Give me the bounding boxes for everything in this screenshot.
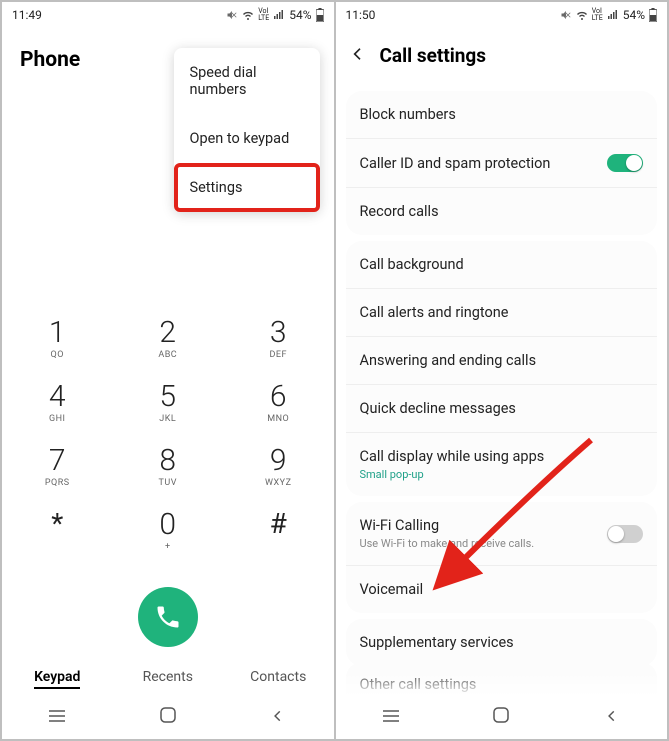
status-time: 11:49	[12, 8, 42, 22]
tab-contacts[interactable]: Contacts	[223, 661, 334, 693]
setting-record-calls[interactable]: Record calls	[346, 188, 658, 235]
settings-header: Call settings	[336, 28, 668, 85]
settings-section: Supplementary services	[346, 619, 658, 666]
nav-home[interactable]	[481, 706, 521, 728]
nav-back[interactable]	[258, 708, 298, 727]
setting-label: Supplementary services	[360, 634, 514, 651]
status-bar: 11:50 VoILTE 54%	[336, 2, 668, 28]
status-right: VoILTE 54%	[560, 8, 657, 22]
battery-pct: 54%	[289, 8, 311, 22]
tab-recents[interactable]: Recents	[113, 661, 224, 693]
settings-section: Wi-Fi Calling Use Wi-Fi to make and recei…	[346, 502, 658, 613]
call-settings-pane: 11:50 VoILTE 54% Call settings Block num…	[334, 2, 668, 739]
menu-open-keypad[interactable]: Open to keypad	[174, 114, 320, 163]
dial-button[interactable]	[138, 587, 198, 647]
nav-home[interactable]	[148, 706, 188, 728]
setting-sublabel: Small pop-up	[360, 468, 545, 481]
status-right: VoILTE 54%	[226, 8, 323, 22]
setting-label: Quick decline messages	[360, 400, 516, 417]
mute-icon	[560, 9, 572, 21]
setting-label: Call alerts and ringtone	[360, 304, 509, 321]
setting-call-alerts-and-ringtone[interactable]: Call alerts and ringtone	[346, 289, 658, 337]
key-1[interactable]: 1QO	[2, 310, 113, 374]
key-7[interactable]: 7PQRS	[2, 438, 113, 502]
setting-label: Wi-Fi Calling	[360, 517, 535, 534]
setting-block-numbers[interactable]: Block numbers	[346, 91, 658, 139]
setting-caller-id-and-spam-protection[interactable]: Caller ID and spam protection	[346, 139, 658, 188]
volte-icon: VoILTE	[258, 8, 269, 22]
setting-quick-decline-messages[interactable]: Quick decline messages	[346, 385, 658, 433]
key-2[interactable]: 2ABC	[113, 310, 224, 374]
key-8[interactable]: 8TUV	[113, 438, 224, 502]
nav-back[interactable]	[592, 708, 632, 727]
bottom-tabs: Keypad Recents Contacts	[2, 661, 334, 693]
toggle-caller-id-and-spam-protection[interactable]	[607, 154, 643, 172]
setting-label: Record calls	[360, 203, 439, 220]
settings-section: Block numbers Caller ID and spam protecti…	[346, 91, 658, 235]
back-button[interactable]	[350, 46, 366, 66]
setting-label: Voicemail	[360, 581, 424, 598]
key-3[interactable]: 3DEF	[223, 310, 334, 374]
wifi-icon	[576, 9, 588, 21]
status-time: 11:50	[346, 8, 376, 22]
setting-label: Call background	[360, 256, 464, 273]
setting-answering-and-ending-calls[interactable]: Answering and ending calls	[346, 337, 658, 385]
signal-icon	[607, 9, 619, 21]
setting-label: Answering and ending calls	[360, 352, 537, 369]
menu-settings[interactable]: Settings	[174, 163, 320, 212]
key-*[interactable]: *	[2, 502, 113, 566]
battery-icon	[649, 8, 657, 22]
wifi-icon	[242, 9, 254, 21]
dial-keypad: 1QO2ABC3DEF 4GHI5JKL6MNO 7PQRS8TUV9WXYZ *0+…	[2, 310, 334, 566]
key-5[interactable]: 5JKL	[113, 374, 224, 438]
menu-speed-dial[interactable]: Speed dial numbers	[174, 48, 320, 114]
volte-icon: VoILTE	[592, 8, 603, 22]
battery-pct: 54%	[623, 8, 645, 22]
phone-icon	[154, 603, 182, 631]
setting-wi-fi-calling[interactable]: Wi-Fi Calling Use Wi-Fi to make and recei…	[346, 502, 658, 566]
key-4[interactable]: 4GHI	[2, 374, 113, 438]
phone-app-pane: 11:49 VoILTE 54% Phone Speed dial number…	[2, 2, 334, 739]
mute-icon	[226, 9, 238, 21]
setting-label: Block numbers	[360, 106, 456, 123]
nav-recents[interactable]	[371, 708, 411, 727]
setting-label: Call display while using apps	[360, 448, 545, 465]
page-title: Call settings	[380, 44, 487, 67]
battery-icon	[316, 8, 324, 22]
key-#[interactable]: #	[223, 502, 334, 566]
setting-sublabel: Use Wi-Fi to make and receive calls.	[360, 537, 535, 550]
overflow-menu: Speed dial numbers Open to keypad Settin…	[174, 48, 320, 212]
setting-label: Caller ID and spam protection	[360, 155, 551, 172]
tab-keypad[interactable]: Keypad	[2, 661, 113, 693]
android-navbar	[2, 695, 334, 739]
setting-call-background[interactable]: Call background	[346, 241, 658, 289]
setting-voicemail[interactable]: Voicemail	[346, 566, 658, 613]
setting-call-display-while-using-apps[interactable]: Call display while using apps Small pop-u…	[346, 433, 658, 496]
nav-recents[interactable]	[37, 708, 77, 727]
setting-supplementary-services[interactable]: Supplementary services	[346, 619, 658, 666]
settings-section: Call background Call alerts and ringtone A…	[346, 241, 658, 496]
android-navbar	[336, 695, 668, 739]
status-bar: 11:49 VoILTE 54%	[2, 2, 334, 28]
key-9[interactable]: 9WXYZ	[223, 438, 334, 502]
signal-icon	[273, 9, 285, 21]
chevron-left-icon	[350, 46, 366, 62]
settings-sections: Block numbers Caller ID and spam protecti…	[336, 91, 668, 666]
key-0[interactable]: 0+	[113, 502, 224, 566]
toggle-wi-fi-calling[interactable]	[607, 525, 643, 543]
key-6[interactable]: 6MNO	[223, 374, 334, 438]
